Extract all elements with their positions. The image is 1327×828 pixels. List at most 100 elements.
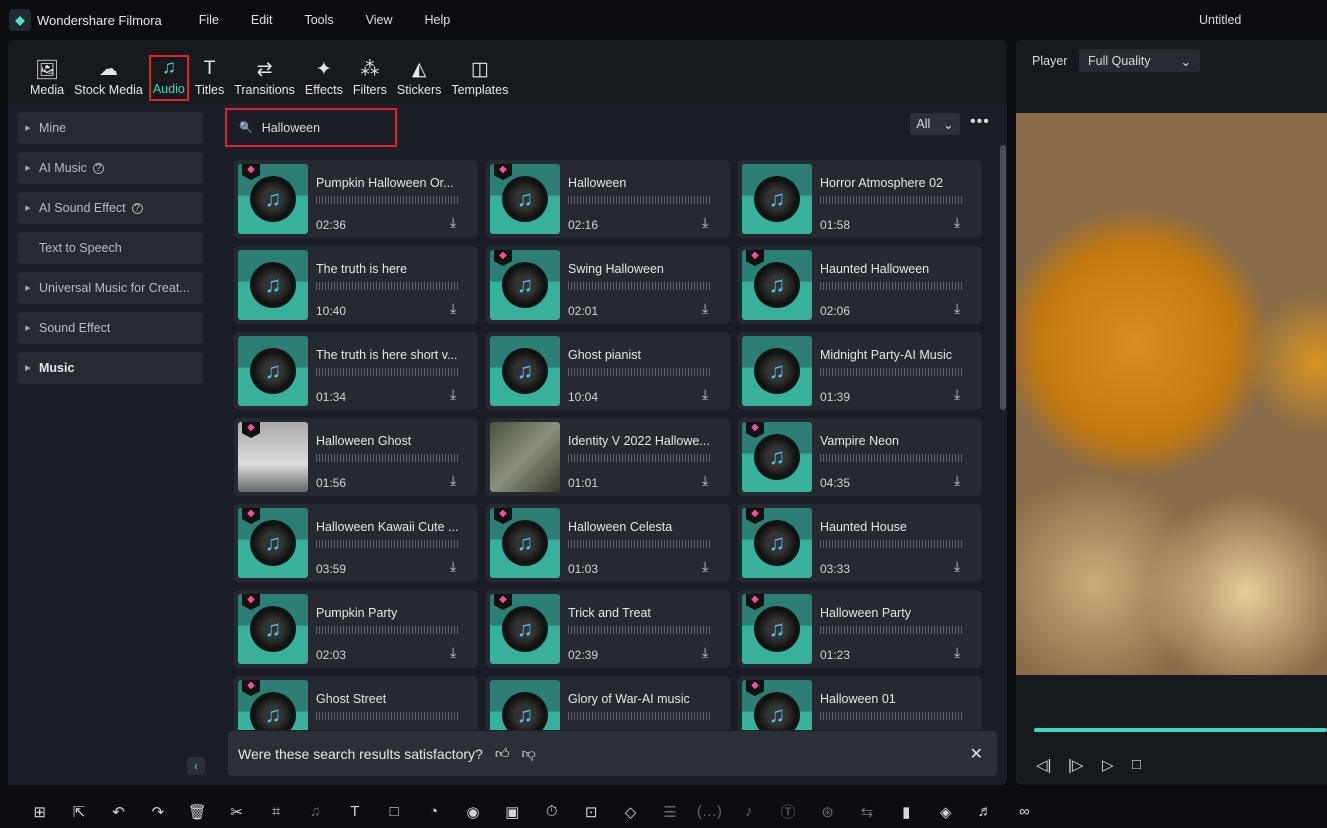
download-icon[interactable]: ⤓	[702, 386, 708, 403]
help-icon[interactable]: ?	[92, 162, 104, 174]
freeze-icon[interactable]: ▮	[887, 803, 926, 821]
playback-progress[interactable]	[1034, 728, 1327, 732]
quality-dropdown[interactable]: Full Quality ⌄	[1079, 49, 1200, 72]
next-frame-icon[interactable]: |▷	[1068, 756, 1083, 774]
download-icon[interactable]: ⤓	[954, 300, 960, 317]
tts-icon[interactable]: Ⓣ	[768, 801, 807, 822]
sidebar-item-ai-music[interactable]: ▶ AI Music?	[17, 152, 203, 184]
search-input[interactable]: 🔍 Halloween	[225, 108, 397, 147]
tab-effects[interactable]: ✦ Effects	[301, 40, 347, 104]
close-icon[interactable]: ✕	[970, 744, 983, 764]
previous-frame-icon[interactable]: ◁|	[1036, 756, 1051, 774]
tab-transitions[interactable]: ⇄ Transitions	[230, 40, 299, 104]
audio-track-card[interactable]: ♫ ◆ Swing Halloween 02:01 ⤓	[486, 246, 730, 324]
audio-track-card[interactable]: ♫ ◆ Pumpkin Halloween Or... 02:36 ⤓	[234, 160, 478, 238]
tab-filters[interactable]: ⁂ Filters	[349, 40, 391, 104]
ai-clip-icon[interactable]: ◈	[926, 803, 965, 821]
undo-icon[interactable]: ↶	[99, 803, 138, 821]
audio-stretch-icon[interactable]: ♪	[729, 803, 768, 820]
download-icon[interactable]: ⤓	[702, 644, 708, 661]
more-icon[interactable]: (…)	[690, 803, 729, 820]
download-icon[interactable]: ⤓	[702, 214, 708, 231]
scrollbar[interactable]	[1000, 145, 1006, 410]
mask-icon[interactable]: ▣	[493, 803, 532, 821]
audio-track-card[interactable]: ♫Glory of War-AI music⤓	[486, 676, 730, 730]
more-options-icon[interactable]: •••	[970, 113, 990, 131]
tab-titles[interactable]: T Titles	[191, 40, 228, 104]
text-icon[interactable]: T	[335, 803, 374, 820]
download-icon[interactable]: ⤓	[702, 472, 708, 489]
ai-icon[interactable]: ⊛	[808, 803, 847, 821]
link-icon[interactable]: ∞	[1005, 803, 1044, 820]
keyframe-icon[interactable]: ◇	[611, 803, 650, 821]
menu-help[interactable]: Help	[425, 13, 451, 27]
download-icon[interactable]: ⤓	[954, 214, 960, 231]
ai-music-icon[interactable]: ♬	[965, 803, 1004, 820]
help-icon[interactable]: ?	[131, 202, 143, 214]
download-icon[interactable]: ⤓	[450, 644, 456, 661]
audio-track-card[interactable]: ♫ The truth is here short v... 01:34 ⤓	[234, 332, 478, 410]
download-icon[interactable]: ⤓	[954, 472, 960, 489]
layout-icon[interactable]: ⊞	[20, 803, 59, 821]
sidebar-item-ai-sound-effect[interactable]: ▶ AI Sound Effect?	[17, 192, 203, 224]
audio-track-card[interactable]: ♫◆Ghost Street⤓	[234, 676, 478, 730]
download-icon[interactable]: ⤓	[450, 558, 456, 575]
tab-templates[interactable]: ◫ Templates	[447, 40, 512, 104]
delete-icon[interactable]: 🗑︎	[178, 803, 217, 821]
audio-track-card[interactable]: ♫ ◆ Trick and Treat 02:39 ⤓	[486, 590, 730, 668]
filter-dropdown[interactable]: All ⌄	[910, 113, 960, 135]
audio-track-card[interactable]: ♫ The truth is here 10:40 ⤓	[234, 246, 478, 324]
audio-track-card[interactable]: ♫◆Halloween 01⤓	[738, 676, 982, 730]
tab-audio[interactable]: ♫ Audio	[148, 55, 189, 101]
color-icon[interactable]: ◉	[453, 803, 492, 821]
audio-track-card[interactable]: ♫ ◆ Halloween Celesta 01:03 ⤓	[486, 504, 730, 582]
download-icon[interactable]: ⤓	[450, 214, 456, 231]
sidebar-item-text-to-speech[interactable]: Text to Speech	[17, 232, 203, 264]
play-icon[interactable]: ▷	[1102, 756, 1114, 774]
download-icon[interactable]: ⤓	[450, 300, 456, 317]
sidebar-item-universal-music-for-creat-[interactable]: ▶ Universal Music for Creat...	[17, 272, 203, 304]
tab-media[interactable]: 🖼︎ Media	[26, 40, 68, 104]
audio-track-card[interactable]: ♫ ◆ Halloween Party 01:23 ⤓	[738, 590, 982, 668]
audio-track-card[interactable]: ♫ ◆ Haunted Halloween 02:06 ⤓	[738, 246, 982, 324]
audio-track-card[interactable]: Identity V 2022 Hallowe... 01:01 ⤓	[486, 418, 730, 496]
select-icon[interactable]: ⇱	[59, 803, 98, 821]
download-icon[interactable]: ⤓	[954, 558, 960, 575]
menu-tools[interactable]: Tools	[304, 13, 333, 27]
sidebar-item-mine[interactable]: ▶ Mine	[17, 112, 203, 144]
audio-track-card[interactable]: ♫ ◆ Halloween Kawaii Cute ... 03:59 ⤓	[234, 504, 478, 582]
menu-edit[interactable]: Edit	[251, 13, 273, 27]
download-icon[interactable]: ⤓	[702, 300, 708, 317]
translate-icon[interactable]: ⇆	[847, 803, 886, 821]
collapse-sidebar-button[interactable]: ‹	[187, 757, 205, 775]
cut-icon[interactable]: ✂	[217, 803, 256, 821]
crop-icon[interactable]: ⌗	[256, 803, 295, 820]
sidebar-item-music[interactable]: ▶ Music	[17, 352, 203, 384]
audio-track-card[interactable]: ♫ ◆ Pumpkin Party 02:03 ⤓	[234, 590, 478, 668]
download-icon[interactable]: ⤓	[702, 558, 708, 575]
audio-track-card[interactable]: ♫ ◆ Vampire Neon 04:35 ⤓	[738, 418, 982, 496]
audio-track-card[interactable]: ♫ ◆ Halloween 02:16 ⤓	[486, 160, 730, 238]
adjust-icon[interactable]: ☰	[650, 803, 689, 821]
audio-icon[interactable]: ♫	[296, 803, 335, 820]
tab-stickers[interactable]: ◭ Stickers	[393, 40, 445, 104]
fit-icon[interactable]: ⊡	[571, 803, 610, 821]
speed-icon[interactable]: ◔	[414, 803, 453, 820]
download-icon[interactable]: ⤓	[450, 472, 456, 489]
stop-icon[interactable]: □	[1132, 756, 1141, 773]
download-icon[interactable]: ⤓	[954, 386, 960, 403]
thumbs-down-icon[interactable]: 👎︎	[521, 745, 535, 762]
download-icon[interactable]: ⤓	[954, 644, 960, 661]
redo-icon[interactable]: ↷	[138, 803, 177, 821]
tab-stock-media[interactable]: ☁ Stock Media	[70, 40, 147, 104]
rectangle-icon[interactable]: □	[375, 803, 414, 820]
sidebar-item-sound-effect[interactable]: ▶ Sound Effect	[17, 312, 203, 344]
menu-file[interactable]: File	[199, 13, 219, 27]
audio-track-card[interactable]: ♫ Horror Atmosphere 02 01:58 ⤓	[738, 160, 982, 238]
download-icon[interactable]: ⤓	[450, 386, 456, 403]
timer-icon[interactable]: ⏱︎	[532, 803, 571, 820]
thumbs-up-icon[interactable]: 👍︎	[495, 745, 510, 762]
audio-track-card[interactable]: ♫ Ghost pianist 10:04 ⤓	[486, 332, 730, 410]
audio-track-card[interactable]: ♫ ◆ Haunted House 03:33 ⤓	[738, 504, 982, 582]
audio-track-card[interactable]: ◆ Halloween Ghost 01:56 ⤓	[234, 418, 478, 496]
